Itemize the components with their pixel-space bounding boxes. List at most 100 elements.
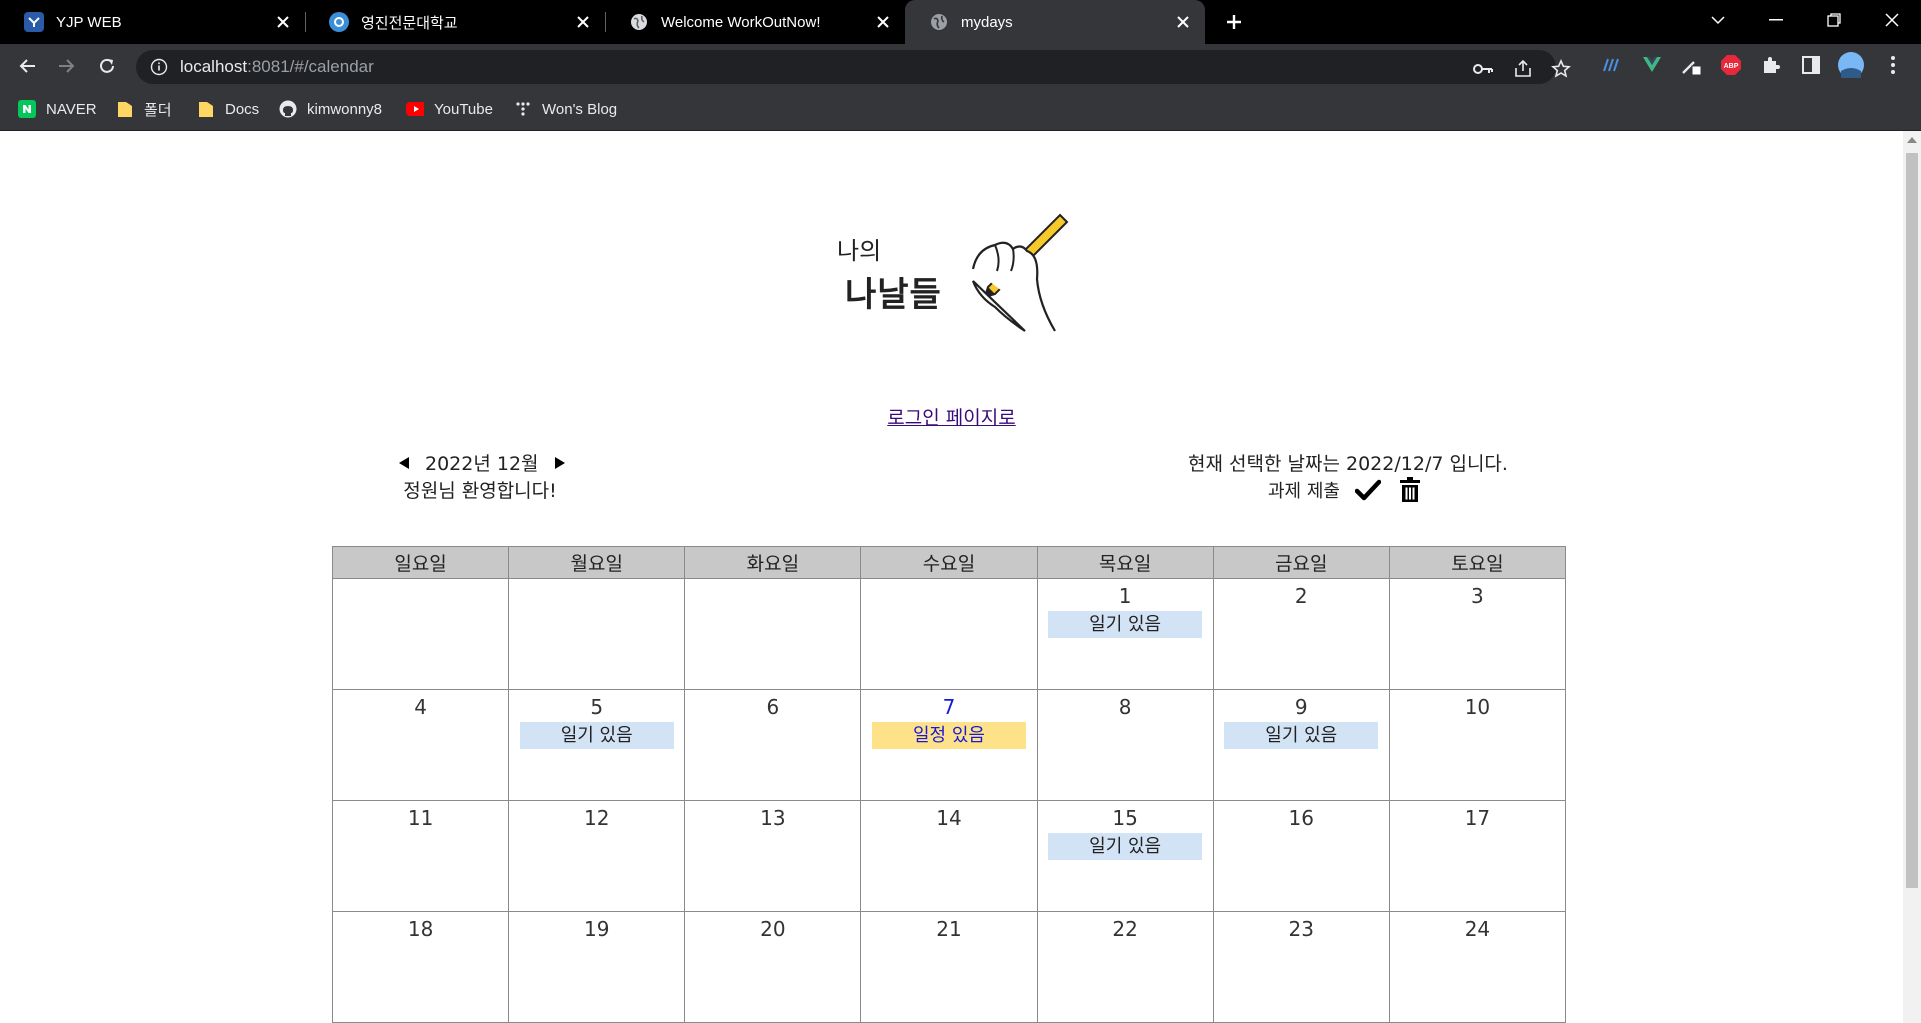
go-to-login-link[interactable]: 로그인 페이지로: [887, 407, 1015, 429]
svg-text:ABP: ABP: [1724, 63, 1739, 70]
close-tab-icon[interactable]: [569, 8, 597, 36]
trash-icon[interactable]: [1396, 476, 1424, 504]
url-host: localhost: [180, 57, 248, 76]
day-number: [685, 583, 860, 609]
side-panel-icon[interactable]: [1798, 52, 1824, 78]
day-number: 10: [1464, 695, 1491, 719]
extension-wave-icon[interactable]: [1599, 52, 1625, 78]
scroll-up-icon[interactable]: [1907, 137, 1917, 143]
calendar-table: 일요일 월요일 화요일 수요일 목요일 금요일 토요일 1 일기 있음 2 3 4 5 일기…: [331, 546, 1567, 1023]
calendar-day-cell[interactable]: 2: [1212, 578, 1390, 690]
weekday-header-row: 일요일 월요일 화요일 수요일 목요일 금요일 토요일: [331, 546, 1567, 579]
tab-yeungjin[interactable]: 영진전문대학교: [305, 0, 605, 44]
close-window-icon[interactable]: [1864, 0, 1920, 40]
bookmark-docs[interactable]: Docs: [197, 98, 259, 120]
calendar-day-cell[interactable]: 1 일기 있음: [1036, 578, 1214, 690]
day-number: 18: [407, 917, 434, 941]
back-icon[interactable]: [13, 52, 41, 80]
close-tab-icon[interactable]: [269, 8, 297, 36]
yeungjin-favicon-icon: [329, 12, 349, 32]
profile-avatar-icon[interactable]: [1838, 52, 1864, 78]
calendar-day-cell[interactable]: 13: [684, 800, 862, 912]
vue-devtools-icon[interactable]: [1639, 52, 1665, 78]
calendar-day-cell[interactable]: 7 일정 있음: [860, 689, 1038, 801]
weekday-saturday: 토요일: [1388, 546, 1567, 579]
site-info-icon[interactable]: [150, 58, 168, 76]
day-number: 6: [766, 695, 780, 719]
calendar-day-cell[interactable]: 23: [1212, 911, 1390, 1023]
scrollbar-thumb[interactable]: [1906, 153, 1918, 888]
github-icon: [279, 100, 297, 118]
weekday-sunday: 일요일: [331, 546, 510, 579]
close-tab-icon[interactable]: [869, 8, 897, 36]
calendar-day-cell[interactable]: 3: [1388, 578, 1567, 690]
schedule-badge[interactable]: 일정 있음: [871, 722, 1026, 749]
diary-badge[interactable]: 일기 있음: [1224, 722, 1379, 749]
adblock-plus-icon[interactable]: ABP: [1718, 52, 1744, 78]
calendar-day-cell[interactable]: 12: [508, 800, 686, 912]
day-number: 12: [583, 806, 610, 830]
tab-workoutnow[interactable]: Welcome WorkOutNow!: [605, 0, 905, 44]
calendar-day-cell[interactable]: 15 일기 있음: [1036, 800, 1214, 912]
bookmark-wons-blog[interactable]: Won's Blog: [514, 98, 617, 120]
bookmark-star-icon[interactable]: [1550, 58, 1572, 80]
calendar-day-cell[interactable]: 18: [331, 911, 510, 1023]
password-key-icon[interactable]: [1472, 58, 1494, 80]
minimize-icon[interactable]: [1748, 0, 1804, 40]
close-tab-icon[interactable]: [1169, 8, 1197, 36]
extensions-puzzle-icon[interactable]: [1758, 52, 1784, 78]
day-number: 7: [942, 695, 956, 719]
address-bar[interactable]: localhost:8081/#/calendar: [136, 50, 1571, 84]
day-number: 9: [1294, 695, 1308, 719]
day-number: 16: [1288, 806, 1314, 830]
bookmark-youtube[interactable]: YouTube: [406, 98, 493, 120]
prev-month-icon[interactable]: [399, 456, 409, 469]
calendar-day-cell[interactable]: 5 일기 있음: [508, 689, 686, 801]
logo-line1: 나의: [837, 237, 882, 265]
day-number: 20: [760, 917, 786, 941]
share-icon[interactable]: [1512, 58, 1534, 80]
calendar-day-cell[interactable]: 24: [1388, 911, 1567, 1023]
tab-yjp-web[interactable]: YJP WEB: [0, 0, 305, 44]
bookmark-folder[interactable]: 폴더: [116, 98, 172, 120]
bookmark-label: Won's Blog: [542, 100, 618, 118]
reload-icon[interactable]: [93, 52, 121, 80]
calendar-day-cell[interactable]: 17: [1388, 800, 1567, 912]
globe-icon: [629, 12, 649, 32]
eyedropper-extension-icon[interactable]: [1678, 52, 1704, 78]
calendar-week-row: 4 5 일기 있음 6 7 일정 있음 8 9 일기 있음 10: [331, 689, 1567, 801]
calendar-day-cell[interactable]: 20: [684, 911, 862, 1023]
diary-badge[interactable]: 일기 있음: [1048, 833, 1203, 860]
calendar-day-cell[interactable]: 16: [1212, 800, 1390, 912]
day-number: 8: [1118, 695, 1132, 719]
next-month-icon[interactable]: [554, 456, 565, 469]
calendar-day-cell[interactable]: 9 일기 있음: [1212, 689, 1390, 801]
check-icon[interactable]: [1354, 476, 1382, 504]
bookmark-github[interactable]: kimwonny8: [279, 98, 382, 120]
calendar-day-cell[interactable]: 4: [331, 689, 510, 801]
current-month-label: 2022년 12월: [425, 453, 539, 475]
new-tab-button[interactable]: [1220, 8, 1248, 36]
restore-icon[interactable]: [1806, 0, 1862, 40]
bookmark-label: 폴더: [144, 101, 172, 119]
calendar-day-cell[interactable]: 14: [860, 800, 1038, 912]
day-number: 1: [1118, 584, 1132, 608]
calendar-day-cell[interactable]: 11: [331, 800, 510, 912]
calendar-day-cell[interactable]: 10: [1388, 689, 1567, 801]
diary-badge[interactable]: 일기 있음: [1048, 611, 1203, 638]
diary-badge[interactable]: 일기 있음: [519, 722, 674, 749]
calendar-day-cell[interactable]: 19: [508, 911, 686, 1023]
calendar-day-cell[interactable]: 21: [860, 911, 1038, 1023]
browser-menu-icon[interactable]: [1880, 52, 1906, 78]
calendar-day-cell[interactable]: 6: [684, 689, 862, 801]
calendar-day-cell[interactable]: 22: [1036, 911, 1214, 1023]
forward-icon[interactable]: [53, 52, 81, 80]
day-number: [509, 583, 684, 609]
page-scrollbar[interactable]: [1903, 131, 1921, 1023]
calendar-day-cell[interactable]: 8: [1036, 689, 1214, 801]
tab-strip: YJP WEB 영진전문대학교 Welcome WorkOutNow! myda…: [0, 0, 1921, 44]
bookmark-naver[interactable]: NAVER: [18, 98, 97, 120]
tab-search-icon[interactable]: [1690, 0, 1746, 40]
tab-mydays[interactable]: mydays: [905, 0, 1205, 44]
browser-toolbar: localhost:8081/#/calendar ABP: [0, 44, 1921, 88]
